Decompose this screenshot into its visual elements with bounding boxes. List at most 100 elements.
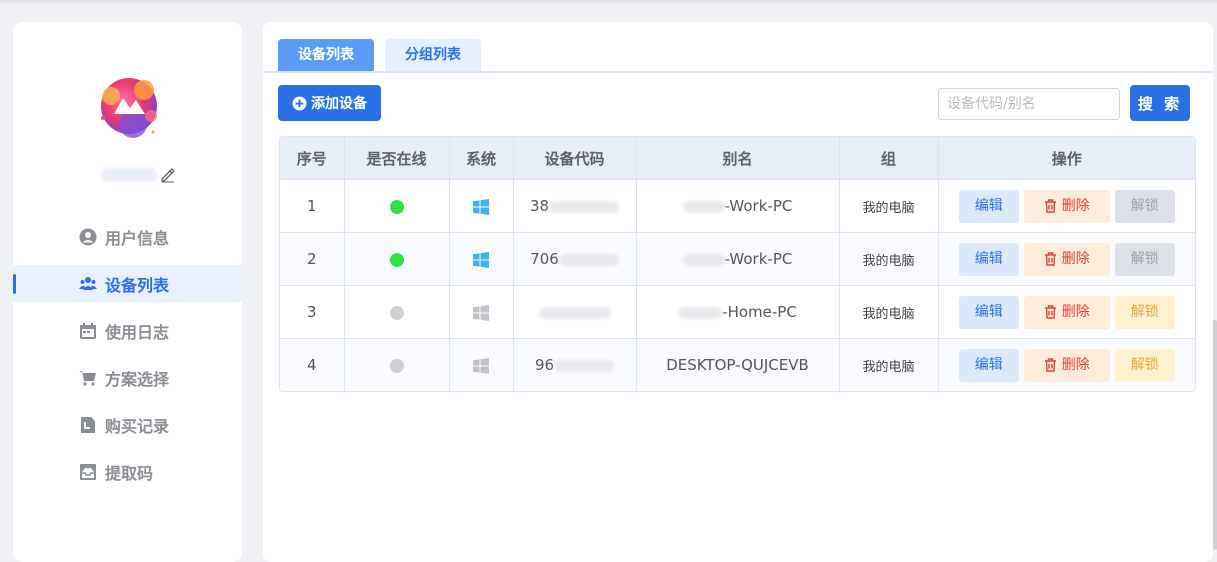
group-cell: 我的电脑 — [839, 338, 939, 391]
sidebar-item-usage-log[interactable]: 使用日志 — [13, 312, 242, 349]
row-actions: 编辑 删除 解锁 — [940, 295, 1195, 329]
calendar-icon — [79, 322, 97, 340]
sidebar: 用户信息 设备列表 使用日志 方案选择 购买记录 提取码 — [13, 22, 242, 562]
header-system: 系统 — [449, 137, 514, 180]
row-actions: 编辑 删除 解锁 — [940, 189, 1195, 223]
add-device-label: 添加设备 — [311, 96, 367, 112]
tab-group-list[interactable]: 分组列表 — [385, 39, 481, 71]
sidebar-item-user-info[interactable]: 用户信息 — [13, 218, 242, 255]
unlock-button[interactable]: 解锁 — [1114, 348, 1175, 382]
users-group-icon — [79, 275, 97, 293]
tab-divider — [263, 71, 1213, 73]
redacted-blur — [558, 253, 619, 266]
unlock-button[interactable]: 解锁 — [1114, 189, 1175, 223]
tab-bar: 设备列表 分组列表 — [278, 39, 492, 71]
delete-button[interactable]: 删除 — [1023, 242, 1110, 276]
edit-pencil-icon[interactable] — [160, 167, 176, 183]
group-cell: 我的电脑 — [839, 285, 939, 339]
trash-icon — [1044, 252, 1056, 266]
sidebar-item-purchase-record[interactable]: 购买记录 — [13, 406, 242, 443]
delete-label: 删除 — [1061, 356, 1090, 373]
document-icon — [79, 416, 97, 434]
page-scrollbar[interactable] — [1213, 320, 1217, 550]
redacted-blur — [549, 200, 620, 213]
alias-visible: -Work-PC — [724, 250, 793, 268]
inbox-icon — [79, 463, 97, 481]
delete-label: 删除 — [1061, 250, 1090, 267]
delete-button[interactable]: 删除 — [1023, 189, 1110, 223]
edit-button[interactable]: 编辑 — [958, 295, 1019, 329]
trash-icon — [1044, 199, 1056, 213]
windows-icon — [473, 251, 489, 268]
group-cell: 我的电脑 — [839, 232, 939, 286]
search-button[interactable]: 搜 索 — [1130, 85, 1190, 121]
redacted-blur — [554, 359, 615, 372]
row-actions: 编辑 删除 解锁 — [940, 348, 1195, 382]
sidebar-item-label: 方案选择 — [105, 369, 170, 389]
unlock-button[interactable]: 解锁 — [1114, 242, 1175, 276]
sidebar-item-device-list[interactable]: 设备列表 — [13, 265, 242, 302]
delete-button[interactable]: 删除 — [1023, 348, 1110, 382]
redacted-blur — [682, 253, 725, 266]
cart-icon — [79, 369, 97, 387]
table-row: 2 706 -Work-PC 我的电脑 编辑 删除 解锁 — [280, 232, 1195, 286]
user-circle-icon — [79, 228, 97, 246]
row-index: 3 — [280, 285, 345, 339]
plus-circle-icon — [292, 95, 307, 111]
header-device-code: 设备代码 — [513, 137, 637, 180]
online-status-dot — [389, 252, 404, 267]
alias-cell: -Work-PC — [636, 179, 840, 233]
device-code-visible: 706 — [530, 250, 559, 268]
edit-button[interactable]: 编辑 — [958, 242, 1019, 276]
header-alias: 别名 — [636, 137, 840, 180]
table-row: 1 38 -Work-PC 我的电脑 编辑 删除 解锁 — [280, 179, 1195, 233]
header-online: 是否在线 — [344, 137, 450, 180]
windows-icon — [473, 304, 489, 321]
alias-cell: -Home-PC — [636, 285, 840, 339]
online-status-dot — [389, 199, 404, 214]
edit-button[interactable]: 编辑 — [958, 348, 1019, 382]
header-index: 序号 — [280, 137, 345, 180]
row-index: 2 — [280, 232, 345, 286]
offline-status-dot — [389, 358, 404, 373]
delete-label: 删除 — [1061, 197, 1090, 214]
alias-cell: -Work-PC — [636, 232, 840, 286]
trash-icon — [1044, 358, 1056, 372]
group-cell: 我的电脑 — [839, 179, 939, 233]
table-row: 3 -Home-PC 我的电脑 编辑 删除 解锁 — [280, 285, 1195, 339]
sidebar-item-label: 提取码 — [105, 463, 154, 483]
offline-status-dot — [389, 305, 404, 320]
device-code-cell: 706 — [513, 232, 637, 286]
alias-visible: -Home-PC — [722, 303, 797, 321]
device-code-cell: 38 — [513, 179, 637, 233]
redacted-blur — [678, 306, 723, 319]
tab-device-list[interactable]: 设备列表 — [278, 39, 374, 71]
app-logo — [89, 68, 169, 148]
redacted-blur — [538, 306, 611, 319]
row-index: 4 — [280, 338, 345, 391]
device-code-visible: 96 — [534, 356, 555, 374]
row-actions: 编辑 删除 解锁 — [940, 242, 1195, 276]
edit-button[interactable]: 编辑 — [958, 189, 1019, 223]
sidebar-item-plan-select[interactable]: 方案选择 — [13, 359, 242, 396]
sidebar-item-label: 购买记录 — [105, 416, 170, 436]
alias-visible: -Work-PC — [724, 197, 793, 215]
sidebar-menu: 用户信息 设备列表 使用日志 方案选择 购买记录 提取码 — [13, 218, 242, 500]
sidebar-item-extract-code[interactable]: 提取码 — [13, 453, 242, 490]
device-table: 序号 是否在线 系统 设备代码 别名 组 操作 1 38 -Work-PC 我的… — [279, 136, 1196, 392]
redacted-blur — [682, 200, 725, 213]
header-actions: 操作 — [938, 137, 1195, 180]
main-panel: 设备列表 分组列表 添加设备 搜 索 序号 是否在线 系统 设备代码 别名 组 … — [263, 22, 1213, 562]
delete-label: 删除 — [1061, 303, 1090, 320]
row-index: 1 — [280, 179, 345, 233]
device-code-cell: 96 — [513, 338, 637, 391]
username-redacted — [101, 168, 157, 182]
unlock-button[interactable]: 解锁 — [1114, 295, 1175, 329]
header-group: 组 — [839, 137, 939, 180]
top-shadow — [0, 0, 1217, 4]
device-code-cell — [513, 285, 637, 339]
add-device-button[interactable]: 添加设备 — [278, 85, 381, 121]
search-input[interactable] — [938, 88, 1120, 120]
table-row: 4 96 DESKTOP-QUJCEVB 我的电脑 编辑 删除 解锁 — [280, 338, 1195, 391]
delete-button[interactable]: 删除 — [1023, 295, 1110, 329]
